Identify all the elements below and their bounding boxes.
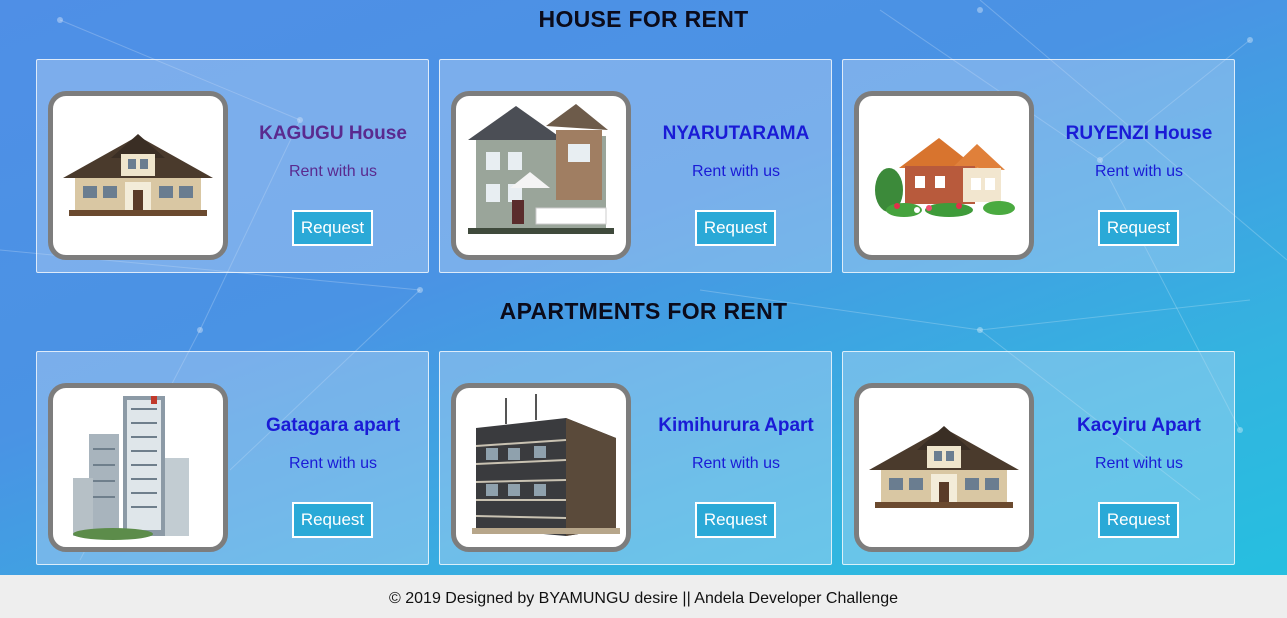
apartments-section-title: APARTMENTS FOR RENT: [499, 298, 788, 324]
rent-with-us-link[interactable]: Rent with us: [648, 455, 824, 473]
request-button[interactable]: Request: [292, 502, 373, 538]
footer-text: © 2019 Designed by BYAMUNGU desire || An…: [389, 590, 898, 607]
house-image: [854, 91, 1034, 260]
houses-section-title: HOUSE FOR RENT: [538, 6, 749, 32]
listing-card: KAGUGU House Rent with us Request: [36, 59, 429, 273]
rent-with-us-link[interactable]: Rent wiht us: [1051, 455, 1227, 473]
request-button[interactable]: Request: [292, 210, 373, 246]
request-button[interactable]: Request: [695, 210, 776, 246]
listing-card: Gatagara apart Rent with us Request: [36, 351, 429, 565]
request-button[interactable]: Request: [1098, 502, 1179, 538]
listing-card: Kacyiru Apart Rent wiht us Request: [842, 351, 1235, 565]
listing-info: Gatagara apart Rent with us Request: [245, 352, 421, 566]
rent-with-us-link[interactable]: Rent with us: [245, 163, 421, 181]
houses-row: KAGUGU House Rent with us Request NYARUT: [36, 59, 1235, 273]
footer: © 2019 Designed by BYAMUNGU desire || An…: [0, 575, 1287, 618]
request-button[interactable]: Request: [695, 502, 776, 538]
listing-name-link[interactable]: NYARUTARAMA: [648, 123, 824, 145]
house-image: [451, 91, 631, 260]
listing-info: KAGUGU House Rent with us Request: [245, 60, 421, 274]
listing-info: RUYENZI House Rent with us Request: [1051, 60, 1227, 274]
listing-name-link[interactable]: Gatagara apart: [245, 415, 421, 437]
rent-with-us-link[interactable]: Rent with us: [648, 163, 824, 181]
apartment-image: [48, 383, 228, 552]
listing-info: NYARUTARAMA Rent with us Request: [648, 60, 824, 274]
apartment-image: [451, 383, 631, 552]
house-image: [854, 383, 1034, 552]
house-image: [48, 91, 228, 260]
listing-name-link[interactable]: Kacyiru Apart: [1051, 415, 1227, 437]
listing-info: Kacyiru Apart Rent wiht us Request: [1051, 352, 1227, 566]
apartments-row: Gatagara apart Rent with us Request Kimi…: [36, 351, 1235, 565]
listing-name-link[interactable]: KAGUGU House: [245, 123, 421, 145]
listing-info: Kimihurura Apart Rent with us Request: [648, 352, 824, 566]
listing-name-link[interactable]: Kimihurura Apart: [648, 415, 824, 437]
listing-card: NYARUTARAMA Rent with us Request: [439, 59, 832, 273]
listing-card: RUYENZI House Rent with us Request: [842, 59, 1235, 273]
rent-with-us-link[interactable]: Rent with us: [245, 455, 421, 473]
request-button[interactable]: Request: [1098, 210, 1179, 246]
listing-name-link[interactable]: RUYENZI House: [1051, 123, 1227, 145]
listing-card: Kimihurura Apart Rent with us Request: [439, 351, 832, 565]
rent-with-us-link[interactable]: Rent with us: [1051, 163, 1227, 181]
